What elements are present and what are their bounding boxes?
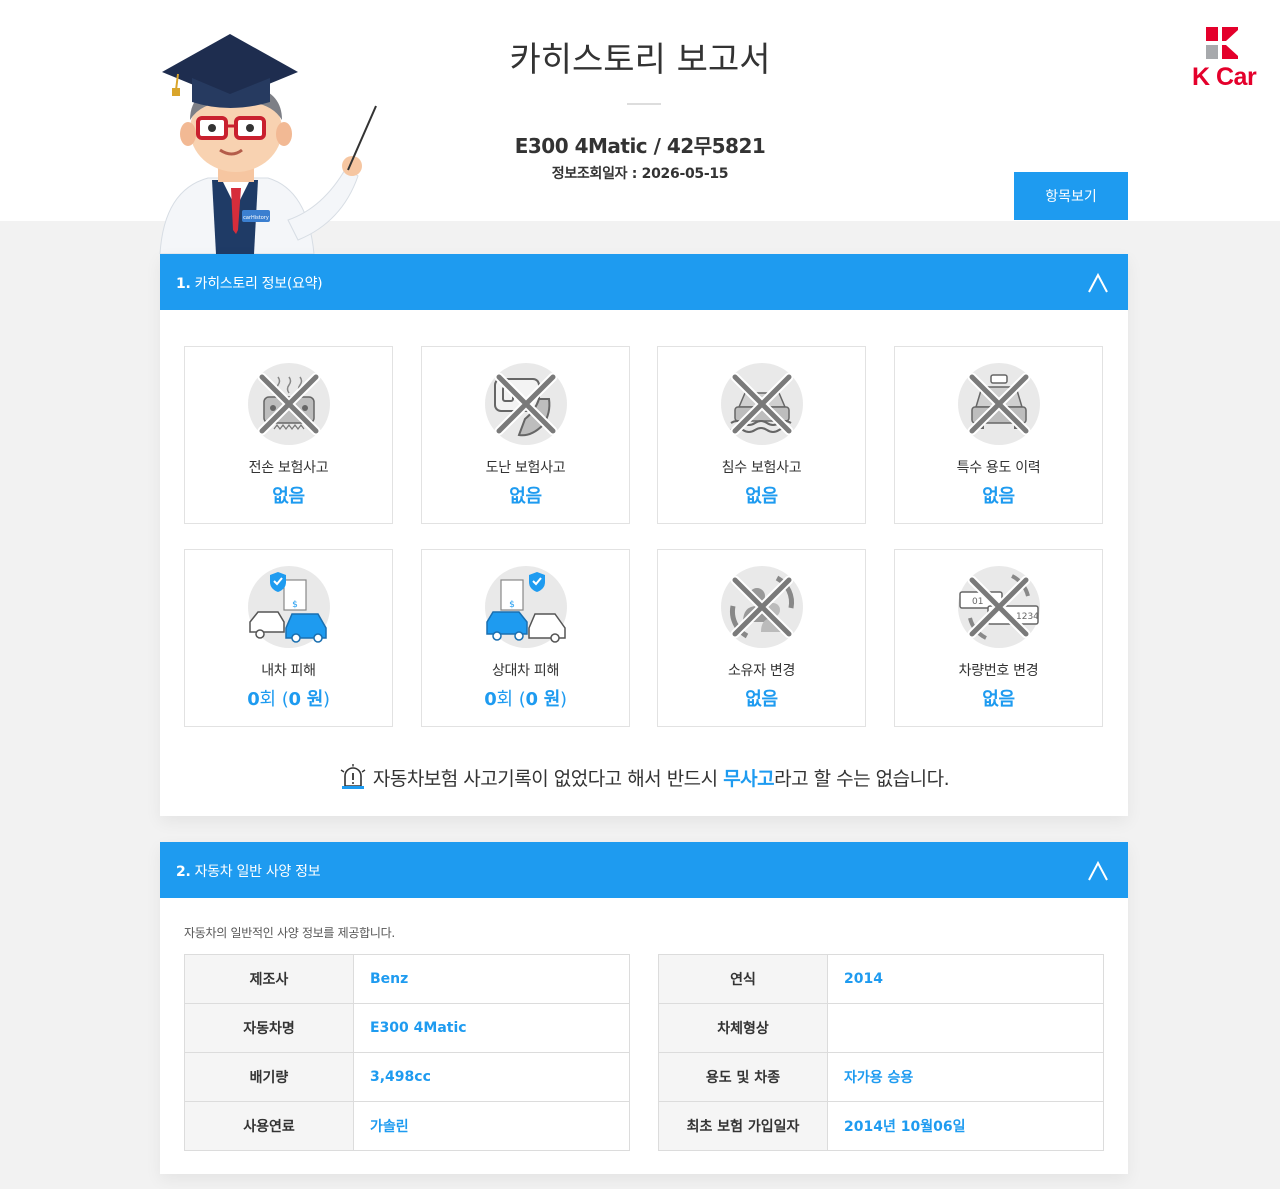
spec-value: E300 4Matic <box>353 1003 630 1053</box>
spec-value: 2014 <box>827 954 1104 1004</box>
card-label: 도난 보험사고 <box>485 460 566 476</box>
spec-section: 2. 자동차 일반 사양 정보 자동차의 일반적인 사양 정보를 제공합니다. … <box>160 842 1128 1174</box>
damage-count: 0 <box>247 689 260 710</box>
table-row: 차체형상 <box>658 1003 1104 1053</box>
svg-text:$: $ <box>292 600 298 610</box>
theft-icon <box>485 363 567 445</box>
kcar-logo-mark-icon <box>1206 27 1238 59</box>
spec-description: 자동차의 일반적인 사양 정보를 제공합니다. <box>184 926 395 940</box>
no-accident-notice: 자동차보험 사고기록이 없었다고 해서 반드시 무사고라고 할 수는 없습니다. <box>160 764 1128 791</box>
card-label: 소유자 변경 <box>727 663 796 679</box>
spec-key: 제조사 <box>184 954 354 1004</box>
title-divider <box>627 103 661 105</box>
owner-change-icon <box>721 566 803 648</box>
spec-table-left: 제조사 Benz 자동차명 E300 4Matic 배기량 3,498cc 사용연료 가… <box>184 954 630 1151</box>
spec-section-title: 2. 자동차 일반 사양 정보 <box>176 861 321 881</box>
spec-key: 차체형상 <box>658 1003 828 1053</box>
spec-key: 사용연료 <box>184 1101 354 1151</box>
svg-text:$: $ <box>509 600 515 610</box>
damage-amount: 0 원 <box>288 689 324 710</box>
report-header: carHistory 카히스토리 보고서 E300 4Matic / 42무58… <box>0 0 1280 254</box>
table-row: 연식 2014 <box>658 954 1104 1004</box>
table-row: 최초 보험 가입일자 2014년 10월06일 <box>658 1101 1104 1151</box>
notice-text-before: 자동차보험 사고기록이 없었다고 해서 반드시 <box>372 768 724 790</box>
spec-section-header[interactable]: 2. 자동차 일반 사양 정보 <box>160 842 1128 898</box>
card-value: 없음 <box>509 486 542 507</box>
plate-number-text: 1234 <box>1016 612 1039 622</box>
card-value: 없음 <box>745 486 778 507</box>
card-theft: 도난 보험사고 없음 <box>421 346 630 524</box>
spec-key: 최초 보험 가입일자 <box>658 1101 828 1151</box>
card-label: 내차 피해 <box>261 663 316 679</box>
card-label: 침수 보험사고 <box>721 460 802 476</box>
card-flood: 침수 보험사고 없음 <box>657 346 866 524</box>
special-use-icon <box>958 363 1040 445</box>
card-value: 없음 <box>982 689 1015 710</box>
spec-key: 용도 및 차종 <box>658 1052 828 1102</box>
card-own-damage: $ 내차 피해 0회 (0 원) <box>184 549 393 727</box>
own-damage-icon: $ <box>248 566 330 648</box>
section-number: 2. <box>176 864 191 880</box>
total-loss-icon <box>248 363 330 445</box>
damage-count-unit: 회 <box>496 689 514 710</box>
spec-key: 배기량 <box>184 1052 354 1102</box>
view-items-button[interactable]: 항목보기 <box>1014 172 1128 220</box>
chevron-up-icon[interactable] <box>1087 272 1109 294</box>
card-value: 없음 <box>745 689 778 710</box>
damage-count-unit: 회 <box>259 689 277 710</box>
plate-change-icon: 01 1234 <box>958 566 1040 648</box>
damage-amount: 0 원 <box>525 689 561 710</box>
spec-value: Benz <box>353 954 630 1004</box>
card-value: 0회 (0 원) <box>484 689 567 710</box>
car-name: E300 4Matic / 42무5821 <box>514 134 766 158</box>
siren-icon <box>340 764 366 789</box>
summary-section-title: 1. 카히스토리 정보(요약) <box>176 273 323 293</box>
table-row: 제조사 Benz <box>184 954 630 1004</box>
spec-value <box>827 1003 1104 1053</box>
table-row: 사용연료 가솔린 <box>184 1101 630 1151</box>
kcar-logo[interactable]: K Car <box>1192 27 1257 93</box>
card-label: 차량번호 변경 <box>958 663 1039 679</box>
summary-section: 1. 카히스토리 정보(요약) 전손 보험사고 없음 도난 보험사고 없음 침수… <box>160 254 1128 816</box>
chevron-up-icon[interactable] <box>1087 860 1109 882</box>
section-title-text: 카히스토리 정보(요약) <box>194 276 323 292</box>
damage-count: 0 <box>484 689 497 710</box>
card-plate-change: 01 1234 차량번호 변경 없음 <box>894 549 1103 727</box>
spec-key: 연식 <box>658 954 828 1004</box>
table-row: 자동차명 E300 4Matic <box>184 1003 630 1053</box>
kcar-logo-text: K Car <box>1192 63 1257 91</box>
notice-text-after: 라고 할 수는 없습니다. <box>774 768 950 790</box>
spec-key: 자동차명 <box>184 1003 354 1053</box>
section-number: 1. <box>176 276 191 292</box>
spec-table-right: 연식 2014 차체형상 용도 및 차종 자가용 승용 최초 보험 가입일자 2014… <box>658 954 1104 1151</box>
other-damage-icon: $ <box>485 566 567 648</box>
card-value: 0회 (0 원) <box>247 689 330 710</box>
page-title: 카히스토리 보고서 <box>509 40 771 80</box>
card-label: 상대차 피해 <box>491 663 560 679</box>
card-owner-change: 소유자 변경 없음 <box>657 549 866 727</box>
card-label: 전손 보험사고 <box>248 460 329 476</box>
flood-icon <box>721 363 803 445</box>
mascot-badge-text: carHistory <box>243 215 269 221</box>
card-total-loss: 전손 보험사고 없음 <box>184 346 393 524</box>
card-special-use: 특수 용도 이력 없음 <box>894 346 1103 524</box>
notice-highlight: 무사고 <box>723 768 775 790</box>
card-value: 없음 <box>272 486 305 507</box>
card-label: 특수 용도 이력 <box>956 460 1041 476</box>
spec-value: 자가용 승용 <box>827 1052 1104 1102</box>
plate-number-text: 01 <box>972 597 983 607</box>
table-row: 배기량 3,498cc <box>184 1052 630 1102</box>
card-value: 없음 <box>982 486 1015 507</box>
spec-value: 2014년 10월06일 <box>827 1101 1104 1151</box>
section-title-text: 자동차 일반 사양 정보 <box>194 864 321 880</box>
card-other-damage: $ 상대차 피해 0회 (0 원) <box>421 549 630 727</box>
summary-section-header[interactable]: 1. 카히스토리 정보(요약) <box>160 254 1128 310</box>
spec-value: 3,498cc <box>353 1052 630 1102</box>
spec-value: 가솔린 <box>353 1101 630 1151</box>
table-row: 용도 및 차종 자가용 승용 <box>658 1052 1104 1102</box>
